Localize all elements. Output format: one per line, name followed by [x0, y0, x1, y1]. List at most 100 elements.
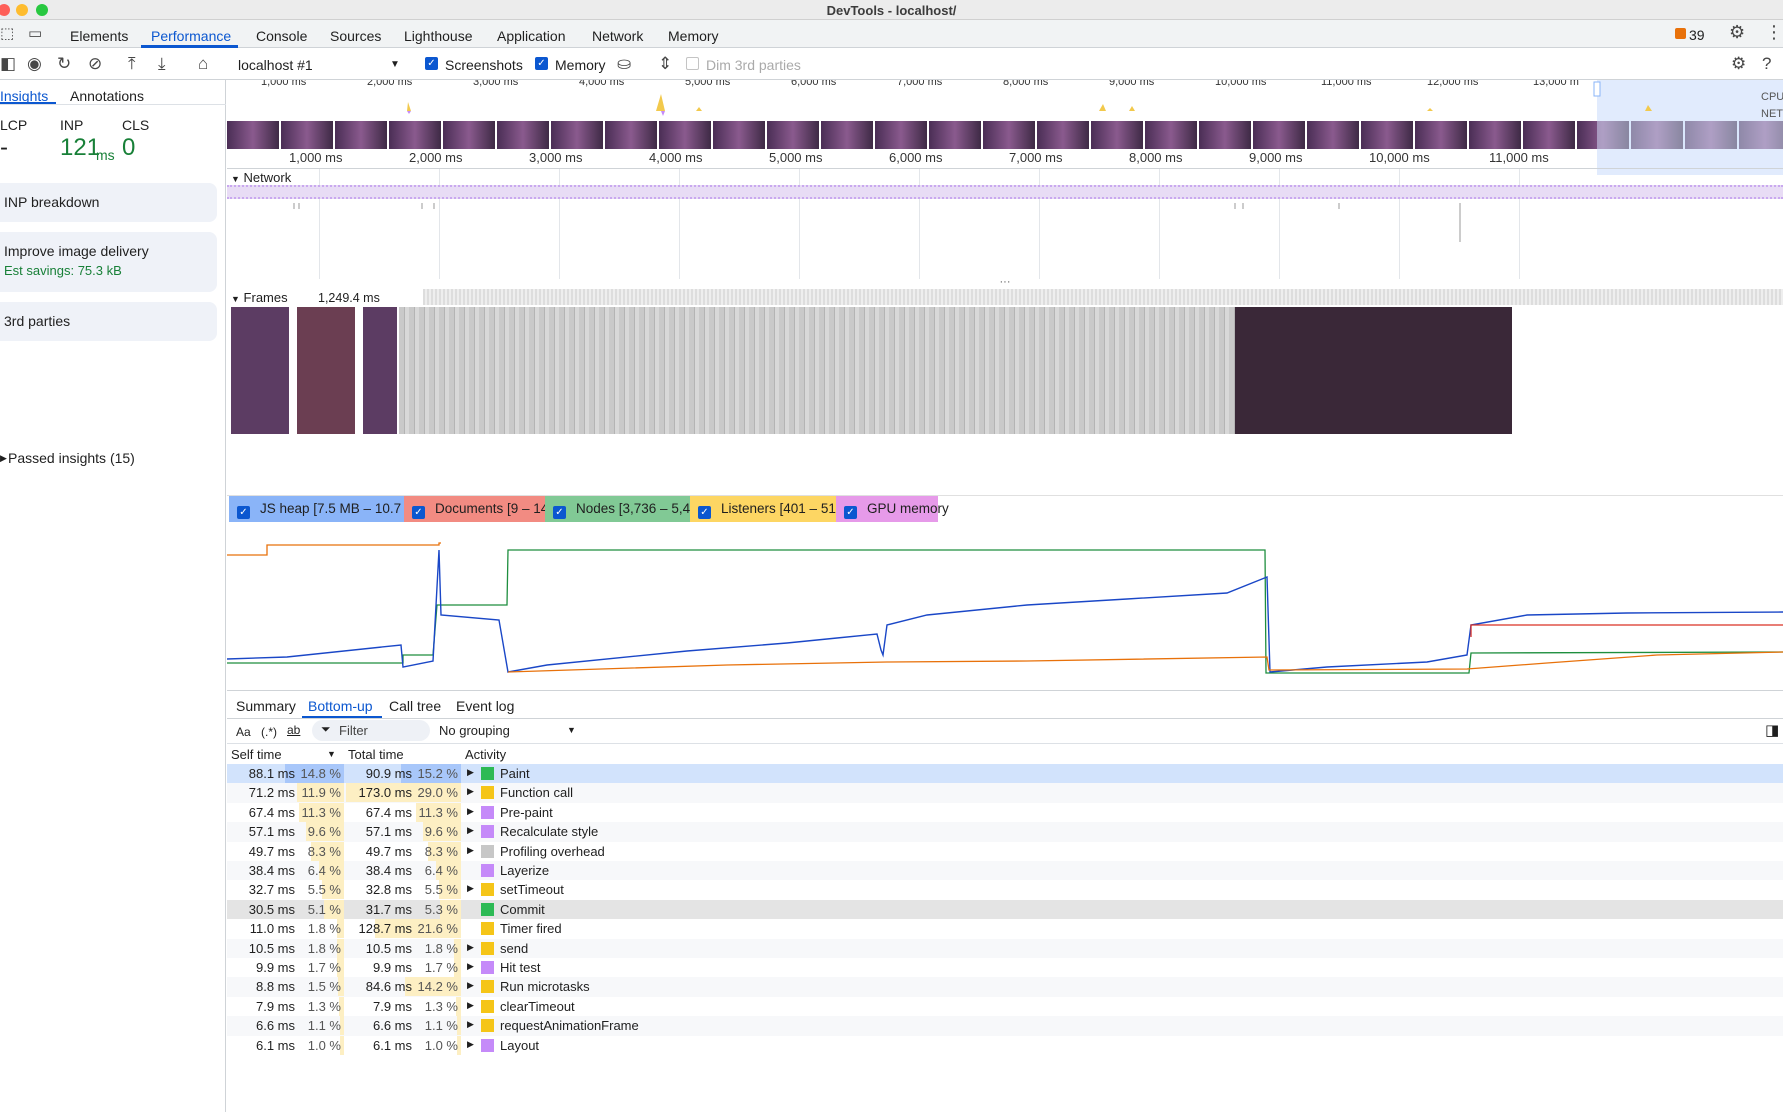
table-row[interactable]: 88.1 ms 14.8 % 90.9 ms 15.2 % ▶ Paint: [227, 764, 1783, 784]
screenshot-thumbnail[interactable]: [1469, 121, 1521, 149]
tab-memory[interactable]: Memory: [668, 28, 719, 44]
table-row[interactable]: 30.5 ms 5.1 % 31.7 ms 5.3 % Commit: [227, 899, 1783, 920]
tab-application[interactable]: Application: [497, 28, 566, 44]
screenshot-thumbnail[interactable]: [767, 121, 819, 149]
issues-icon[interactable]: [1675, 28, 1686, 39]
expand-triangle-icon[interactable]: ▶: [467, 883, 474, 894]
js-heap-checkbox[interactable]: ✓: [237, 506, 250, 519]
tab-network[interactable]: Network: [592, 28, 643, 44]
target-select[interactable]: localhost #1: [238, 57, 313, 73]
screenshot-thumbnail[interactable]: [443, 121, 495, 149]
js-heap-legend[interactable]: ✓ JS heap [7.5 MB – 10.7 MB]: [229, 496, 429, 522]
insight-inp-breakdown[interactable]: INP breakdown: [0, 183, 217, 222]
tab-elements[interactable]: Elements: [70, 28, 128, 44]
capture-settings-icon[interactable]: ⚙: [1731, 55, 1746, 73]
whole-word-button[interactable]: ab: [287, 723, 300, 737]
expand-triangle-icon[interactable]: ▶: [467, 980, 474, 991]
dropped-frames[interactable]: [399, 307, 1235, 434]
screenshot-thumbnail[interactable]: [821, 121, 873, 149]
frames-strip[interactable]: [423, 289, 1783, 305]
tab-console[interactable]: Console: [256, 28, 307, 44]
nodes-legend[interactable]: ✓ Nodes [3,736 – 5,411]: [545, 496, 708, 522]
expand-triangle-icon[interactable]: ▶: [0, 453, 7, 464]
nodes-checkbox[interactable]: ✓: [553, 506, 566, 519]
upload-profile-icon[interactable]: ⤒: [128, 55, 136, 73]
show-custom-tracks-icon[interactable]: ⇕: [658, 55, 672, 73]
table-row[interactable]: 32.7 ms 5.5 % 32.8 ms 5.5 % ▶ setTimeout: [227, 880, 1783, 900]
screenshot-thumbnail[interactable]: [1253, 121, 1305, 149]
table-row[interactable]: 8.8 ms 1.5 % 84.6 ms 14.2 % ▶ Run microtasks: [227, 977, 1783, 997]
table-row[interactable]: 49.7 ms 8.3 % 49.7 ms 8.3 % ▶ Profiling overh…: [227, 841, 1783, 861]
tab-lighthouse[interactable]: Lighthouse: [404, 28, 473, 44]
frames-track-header[interactable]: ▼ Frames: [231, 290, 288, 305]
documents-legend[interactable]: ✓ Documents [9 – 14]: [404, 496, 552, 522]
passed-insights-toggle[interactable]: Passed insights (15): [8, 450, 135, 466]
table-row[interactable]: 7.9 ms 1.3 % 7.9 ms 1.3 % ▶ clearTimeout: [227, 996, 1783, 1017]
screenshot-thumbnail[interactable]: [1415, 121, 1467, 149]
tab-summary[interactable]: Summary: [236, 698, 296, 714]
garbage-collect-icon[interactable]: ⛀: [617, 55, 631, 73]
download-profile-icon[interactable]: ⤓: [158, 55, 166, 73]
documents-checkbox[interactable]: ✓: [412, 506, 425, 519]
screenshot-thumbnail[interactable]: [227, 121, 279, 149]
tab-performance[interactable]: Performance: [151, 28, 231, 44]
resize-handle[interactable]: ···: [227, 277, 1783, 288]
gpu-memory-checkbox[interactable]: ✓: [844, 506, 857, 519]
screenshot-thumbnail[interactable]: [1307, 121, 1359, 149]
memory-checkbox[interactable]: ✓: [535, 57, 548, 70]
reload-record-icon[interactable]: ↻: [57, 55, 71, 73]
inspect-element-icon[interactable]: ⬚: [0, 25, 14, 43]
help-icon[interactable]: ?: [1762, 55, 1771, 73]
insight-image-delivery[interactable]: Improve image delivery Est savings: 75.3…: [0, 232, 217, 292]
screenshot-thumbnail[interactable]: [929, 121, 981, 149]
table-row[interactable]: 10.5 ms 1.8 % 10.5 ms 1.8 % ▶ send: [227, 938, 1783, 958]
screenshot-thumbnail[interactable]: [281, 121, 333, 149]
total-time-header[interactable]: Total time: [348, 747, 404, 762]
table-row[interactable]: 6.6 ms 1.1 % 6.6 ms 1.1 % ▶ requestAnimationF…: [227, 1016, 1783, 1036]
tab-bottom-up[interactable]: Bottom-up: [308, 698, 373, 714]
screenshot-thumbnail[interactable]: [1091, 121, 1143, 149]
record-icon[interactable]: ◉: [27, 55, 42, 73]
expand-triangle-icon[interactable]: ▶: [467, 845, 474, 856]
expand-triangle-icon[interactable]: ▶: [467, 942, 474, 953]
table-row[interactable]: 57.1 ms 9.6 % 57.1 ms 9.6 % ▶ Recalculate sty…: [227, 822, 1783, 842]
screenshot-thumbnail[interactable]: [605, 121, 657, 149]
screenshot-thumbnail[interactable]: [875, 121, 927, 149]
clear-icon[interactable]: ⊘: [88, 55, 102, 73]
sort-descending-icon[interactable]: ▼: [327, 749, 336, 759]
listeners-legend[interactable]: ✓ Listeners [401 – 510]: [690, 496, 847, 522]
frame-thumbnail-large[interactable]: [1235, 307, 1512, 434]
network-track-header[interactable]: ▼ Network: [231, 170, 291, 185]
table-row[interactable]: 38.4 ms 6.4 % 38.4 ms 6.4 % Layerize: [227, 861, 1783, 881]
screenshots-checkbox[interactable]: ✓: [425, 57, 438, 70]
grouping-select[interactable]: No grouping: [439, 723, 510, 738]
dim-third-parties-checkbox[interactable]: [686, 57, 699, 70]
gpu-memory-legend[interactable]: ✓ GPU memory: [836, 496, 949, 522]
listeners-checkbox[interactable]: ✓: [698, 506, 711, 519]
screenshot-thumbnail[interactable]: [659, 121, 711, 149]
screenshot-thumbnail[interactable]: [551, 121, 603, 149]
expand-triangle-icon[interactable]: ▶: [467, 961, 474, 972]
toggle-sidebar-icon[interactable]: ◨: [1765, 721, 1779, 739]
filter-input[interactable]: ⏷ Filter: [312, 720, 430, 741]
screenshot-thumbnail[interactable]: [1037, 121, 1089, 149]
screenshot-filmstrip[interactable]: [227, 121, 1783, 149]
tab-annotations[interactable]: Annotations: [70, 88, 144, 104]
device-toolbar-icon[interactable]: ▭: [28, 25, 42, 43]
tab-sources[interactable]: Sources: [330, 28, 381, 44]
expand-triangle-icon[interactable]: ▶: [467, 825, 474, 836]
table-row[interactable]: 11.0 ms 1.8 % 128.7 ms 21.6 % Timer fired: [227, 919, 1783, 939]
expand-triangle-icon[interactable]: ▶: [467, 806, 474, 817]
screenshot-thumbnail[interactable]: [1361, 121, 1413, 149]
expand-triangle-icon[interactable]: ▶: [467, 786, 474, 797]
chevron-down-icon[interactable]: ▼: [567, 725, 576, 735]
settings-gear-icon[interactable]: ⚙: [1729, 23, 1745, 41]
expand-triangle-icon[interactable]: ▶: [467, 1000, 474, 1011]
screenshot-thumbnail[interactable]: [983, 121, 1035, 149]
screenshot-thumbnail[interactable]: [335, 121, 387, 149]
table-row[interactable]: 6.1 ms 1.0 % 6.1 ms 1.0 % ▶ Layout: [227, 1035, 1783, 1055]
expand-triangle-icon[interactable]: ▶: [467, 1039, 474, 1050]
expand-triangle-icon[interactable]: ▶: [467, 767, 474, 778]
self-time-header[interactable]: Self time: [231, 747, 282, 762]
screenshot-thumbnail[interactable]: [389, 121, 441, 149]
